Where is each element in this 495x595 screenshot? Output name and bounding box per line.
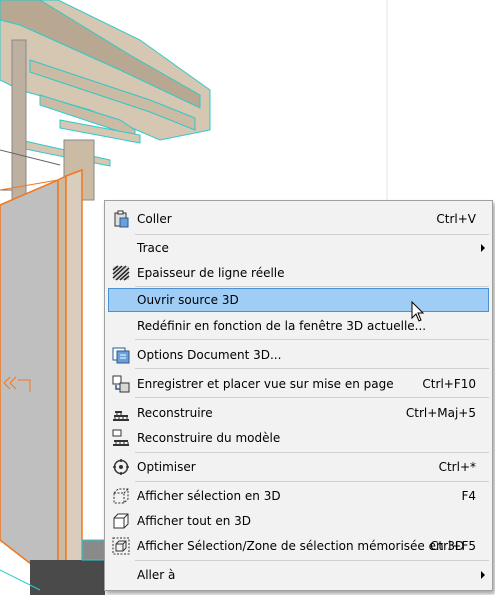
menu-item-trace[interactable]: Trace (108, 236, 489, 260)
menu-item-rebuild-from-model[interactable]: Reconstruire du modèle (108, 426, 489, 450)
menu-separator (135, 286, 489, 287)
menu-item-show-selection-3d[interactable]: Afficher sélection en 3D F4 (108, 484, 489, 508)
menu-item-go-to[interactable]: Aller à (108, 563, 489, 587)
rebuild-icon (113, 411, 129, 421)
menu-item-label: Afficher tout en 3D (137, 514, 251, 528)
menu-item-label: Aller à (137, 568, 176, 582)
show-selection-3d-icon (113, 488, 129, 504)
clipboard-icon (114, 210, 129, 228)
menu-item-label: Afficher sélection en 3D (137, 489, 281, 503)
save-place-view-icon (112, 375, 130, 393)
menu-item-optimize[interactable]: Optimiser Ctrl+* (108, 455, 489, 479)
menu-separator (135, 560, 489, 561)
menu-item-label: Options Document 3D... (137, 348, 282, 362)
menu-separator (135, 368, 489, 369)
menu-item-3d-document-options[interactable]: Options Document 3D... (108, 343, 489, 367)
mouse-cursor-icon (411, 301, 425, 322)
menu-item-shortcut: Ctrl+F10 (422, 377, 476, 391)
menu-item-label: Redéfinir en fonction de la fenêtre 3D a… (137, 319, 427, 333)
submenu-arrow-icon (481, 571, 485, 579)
menu-item-shortcut: Ctrl+F5 (430, 539, 476, 553)
menu-item-rebuild[interactable]: Reconstruire Ctrl+Maj+5 (108, 401, 489, 425)
line-weight-icon (112, 265, 130, 281)
optimize-icon (113, 459, 129, 475)
rebuild-model-icon (112, 429, 129, 446)
menu-item-label: Epaisseur de ligne réelle (137, 266, 285, 280)
menu-item-save-and-place-view[interactable]: Enregistrer et placer vue sur mise en pa… (108, 372, 489, 396)
menu-item-label: Trace (137, 241, 169, 255)
menu-item-label: Afficher Sélection/Zone de sélection mém… (137, 539, 465, 553)
document-options-icon (112, 347, 130, 364)
menu-separator (135, 452, 489, 453)
menu-item-show-marquee-3d[interactable]: Afficher Sélection/Zone de sélection mém… (108, 534, 489, 558)
show-marquee-3d-icon (112, 537, 130, 555)
menu-item-show-all-3d[interactable]: Afficher tout en 3D (108, 509, 489, 533)
menu-item-shortcut: Ctrl+* (438, 460, 476, 474)
menu-item-shortcut: F4 (461, 489, 476, 503)
menu-item-label: Reconstruire (137, 406, 213, 420)
menu-item-label: Enregistrer et placer vue sur mise en pa… (137, 377, 394, 391)
menu-item-redefine-from-3d-window[interactable]: Redéfinir en fonction de la fenêtre 3D a… (108, 314, 489, 338)
menu-item-label: Coller (137, 212, 172, 226)
menu-separator (135, 397, 489, 398)
menu-separator (135, 339, 489, 340)
context-menu: Coller Ctrl+V Trace Epaisseur de ligne r… (104, 200, 493, 591)
menu-item-open-3d-source[interactable]: Ouvrir source 3D (108, 288, 489, 312)
show-all-3d-icon (113, 513, 129, 529)
menu-item-label: Reconstruire du modèle (137, 431, 281, 445)
menu-item-shortcut: Ctrl+Maj+5 (405, 406, 476, 420)
menu-separator (135, 481, 489, 482)
menu-item-label: Optimiser (137, 460, 196, 474)
menu-item-shortcut: Ctrl+V (436, 212, 476, 226)
menu-item-paste[interactable]: Coller Ctrl+V (108, 207, 489, 231)
submenu-arrow-icon (481, 244, 485, 252)
menu-item-true-line-weight[interactable]: Epaisseur de ligne réelle (108, 261, 489, 285)
menu-item-label: Ouvrir source 3D (137, 293, 239, 307)
menu-separator (135, 234, 489, 235)
